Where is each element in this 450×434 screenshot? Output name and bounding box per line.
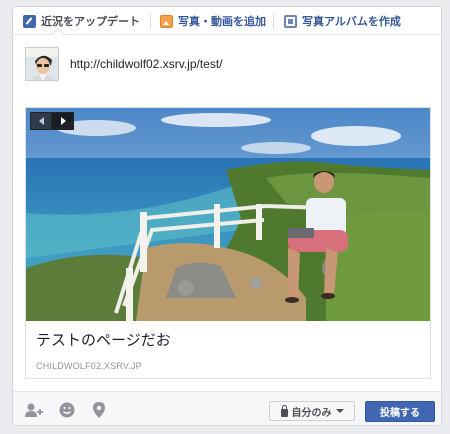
avatar — [25, 47, 59, 81]
link-preview-card[interactable]: テストのページだお CHILDWOLF02.XSRV.JP — [25, 107, 431, 379]
tab-separator — [150, 13, 151, 29]
lock-icon — [280, 404, 288, 417]
active-tab-indicator — [51, 28, 65, 35]
feeling-icon[interactable] — [59, 402, 75, 422]
link-preview-domain: CHILDWOLF02.XSRV.JP — [36, 361, 142, 371]
post-composer: 近況をアップデート 写真・動画を追加 写真アルバムを作成 http://chil… — [12, 6, 442, 426]
tab-create-album[interactable]: 写真アルバムを作成 — [284, 7, 401, 35]
privacy-selector[interactable]: 自分のみ — [269, 401, 355, 421]
pager-next-button[interactable] — [52, 112, 74, 130]
post-text-input[interactable]: http://childwolf02.xsrv.jp/test/ — [70, 57, 223, 71]
tab-update-status-label: 近況をアップデート — [41, 15, 140, 28]
composer-footer: 自分のみ 投稿する — [13, 391, 441, 425]
location-icon[interactable] — [93, 402, 105, 422]
pencil-icon — [23, 14, 36, 28]
tab-add-photo-video-label: 写真・動画を追加 — [178, 15, 266, 28]
tab-add-photo-video[interactable]: 写真・動画を追加 — [160, 7, 266, 35]
pager-prev-button[interactable] — [30, 112, 52, 130]
link-preview-title[interactable]: テストのページだお — [36, 329, 171, 350]
tab-separator — [273, 13, 274, 29]
image-pager — [30, 112, 74, 130]
tag-friends-icon[interactable] — [25, 402, 43, 422]
album-icon — [284, 14, 297, 28]
arrow-right-icon — [60, 117, 66, 125]
chevron-down-icon — [335, 409, 344, 413]
photo-icon — [160, 14, 173, 28]
composer-tabs: 近況をアップデート 写真・動画を追加 写真アルバムを作成 — [13, 7, 441, 35]
arrow-left-icon — [38, 117, 44, 125]
tab-update-status[interactable]: 近況をアップデート — [23, 7, 140, 35]
link-preview-image — [26, 108, 430, 321]
tab-create-album-label: 写真アルバムを作成 — [302, 15, 401, 28]
post-button[interactable]: 投稿する — [365, 401, 435, 422]
privacy-label: 自分のみ — [291, 407, 332, 419]
